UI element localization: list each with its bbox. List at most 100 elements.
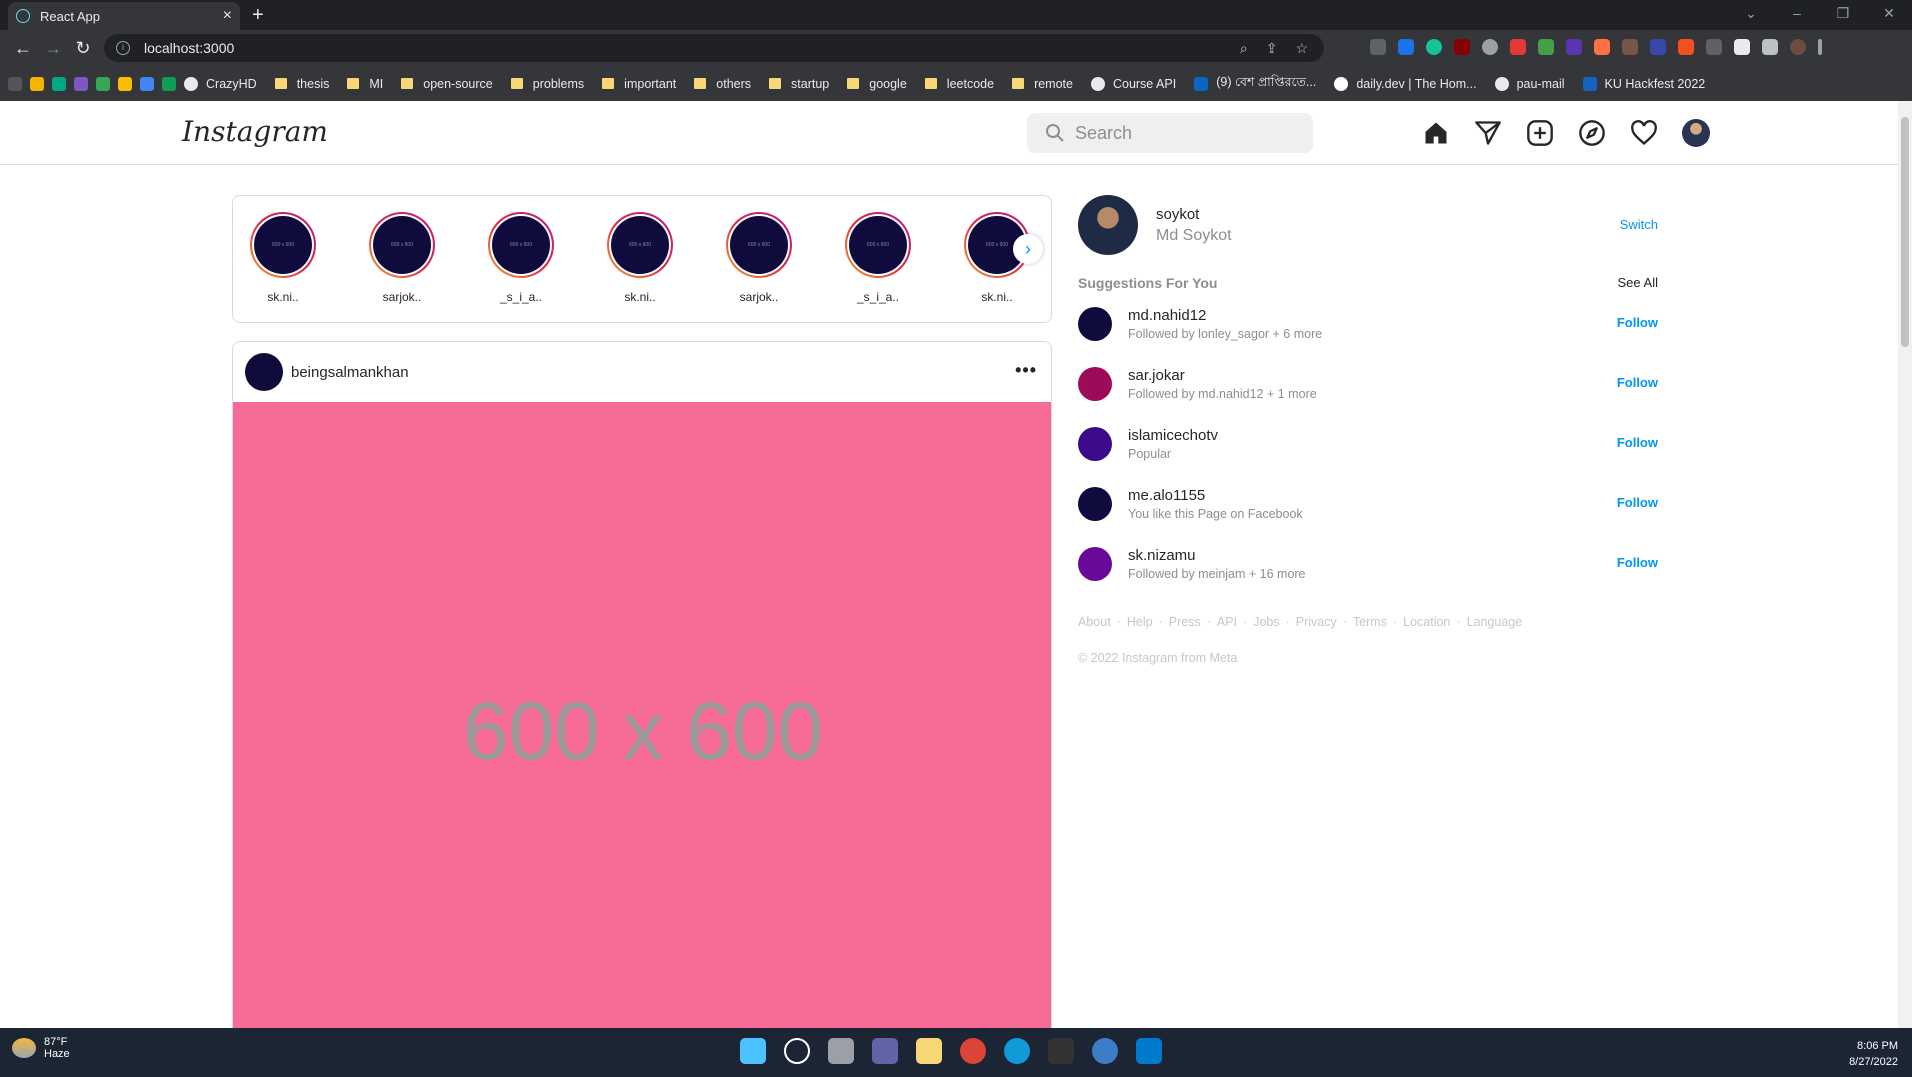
bookmark-folder-startup[interactable]: startup — [769, 77, 829, 91]
suggestion-username[interactable]: sk.nizamu — [1128, 547, 1306, 564]
page-scrollbar[interactable] — [1898, 101, 1912, 1028]
bookmark-folder-thesis[interactable]: thesis — [274, 77, 329, 91]
see-all-button[interactable]: See All — [1618, 275, 1658, 291]
browser-tab[interactable]: React App × — [8, 2, 240, 30]
drive-icon[interactable] — [96, 76, 110, 91]
bookmark-folder-open-source[interactable]: open-source — [401, 77, 493, 91]
new-tab-icon[interactable]: + — [252, 4, 264, 27]
chrome-icon[interactable] — [960, 1038, 986, 1064]
bookmark-ku-hackfest[interactable]: KU Hackfest 2022 — [1582, 76, 1705, 91]
side-panel-icon[interactable] — [1762, 39, 1778, 55]
bookmark-pau-mail[interactable]: pau-mail — [1494, 76, 1565, 91]
ublock-icon[interactable] — [1454, 39, 1470, 55]
task-view-icon[interactable] — [828, 1038, 854, 1064]
explore-compass-icon[interactable] — [1578, 119, 1606, 147]
bookmark-daily-dev[interactable]: daily.dev | The Hom... — [1334, 76, 1477, 91]
extension-icon[interactable] — [1566, 39, 1582, 55]
post-image[interactable]: 600 x 600 — [233, 402, 1051, 1028]
search-input[interactable]: Search — [1027, 113, 1313, 153]
story-item[interactable]: 600 x 600 sarjok.. — [366, 212, 438, 304]
chrome-menu-icon[interactable] — [1818, 39, 1822, 55]
weather-widget[interactable]: 87°F Haze — [12, 1036, 70, 1060]
bookmark-star-icon[interactable]: ☆ — [1295, 40, 1308, 57]
bookmark-icon[interactable] — [52, 76, 66, 91]
story-item[interactable]: 600 x 600 _s_i_a.. — [842, 212, 914, 304]
extension-icon[interactable] — [1650, 39, 1666, 55]
close-window-icon[interactable]: ✕ — [1866, 0, 1912, 26]
suggestion-username[interactable]: sar.jokar — [1128, 367, 1317, 384]
profile-avatar-icon[interactable] — [1790, 39, 1806, 55]
follow-button[interactable]: Follow — [1617, 315, 1658, 330]
extension-icon[interactable] — [1622, 39, 1638, 55]
edge-icon[interactable] — [1004, 1038, 1030, 1064]
teams-chat-icon[interactable] — [872, 1038, 898, 1064]
bookmark-icon[interactable] — [74, 76, 88, 91]
follow-button[interactable]: Follow — [1617, 435, 1658, 450]
footer-link-terms[interactable]: Terms — [1353, 615, 1387, 629]
bookmark-icon[interactable] — [118, 76, 132, 91]
back-icon[interactable]: ← — [8, 38, 38, 59]
footer-link-api[interactable]: API — [1217, 615, 1237, 629]
close-tab-icon[interactable]: × — [223, 7, 232, 25]
site-info-icon[interactable]: i — [116, 41, 130, 55]
extension-icon[interactable] — [1482, 39, 1498, 55]
suggestion-avatar[interactable] — [1078, 487, 1112, 521]
more-options-icon[interactable]: ••• — [1015, 360, 1037, 381]
bookmark-icon[interactable] — [8, 76, 22, 91]
vscode-icon[interactable] — [1136, 1038, 1162, 1064]
system-clock[interactable]: 8:06 PM 8/27/2022 — [1849, 1038, 1898, 1070]
zoom-icon[interactable]: ⌕ — [1240, 40, 1248, 57]
file-explorer-icon[interactable] — [916, 1038, 942, 1064]
share-icon[interactable]: ⇪ — [1266, 40, 1278, 57]
address-bar[interactable]: i localhost:3000 ⌕ ⇪ ☆ — [104, 34, 1324, 62]
tab-search-icon[interactable]: ⌄ — [1728, 0, 1774, 26]
reload-icon[interactable]: ↻ — [68, 38, 98, 59]
current-user-avatar[interactable] — [1078, 195, 1138, 255]
bookmark-folder-important[interactable]: important — [602, 77, 676, 91]
footer-link-language[interactable]: Language — [1467, 615, 1523, 629]
extension-icon[interactable] — [1510, 39, 1526, 55]
profile-avatar[interactable] — [1682, 119, 1710, 147]
suggestion-avatar[interactable] — [1078, 307, 1112, 341]
extension-icon[interactable] — [1398, 39, 1414, 55]
story-item[interactable]: 600 x 600 sk.ni.. — [604, 212, 676, 304]
story-item[interactable]: 600 x 600 sk.ni.. — [247, 212, 319, 304]
home-icon[interactable] — [1422, 119, 1450, 147]
instagram-logo[interactable]: Instagram — [182, 115, 328, 148]
bookmark-icon[interactable] — [162, 76, 176, 91]
minimize-icon[interactable]: – — [1774, 0, 1820, 26]
suggestion-username[interactable]: md.nahid12 — [1128, 307, 1322, 324]
suggestion-avatar[interactable] — [1078, 427, 1112, 461]
switch-account-button[interactable]: Switch — [1620, 217, 1658, 232]
footer-link-jobs[interactable]: Jobs — [1253, 615, 1279, 629]
suggestion-username[interactable]: islamicechotv — [1128, 427, 1218, 444]
bookmark-course-api[interactable]: Course API — [1090, 76, 1176, 91]
bookmark-folder-remote[interactable]: remote — [1012, 77, 1073, 91]
story-item[interactable]: 600 x 600 sarjok.. — [723, 212, 795, 304]
extension-icon[interactable] — [1370, 39, 1386, 55]
bookmark-icon[interactable] — [140, 76, 154, 91]
follow-button[interactable]: Follow — [1617, 555, 1658, 570]
bookmark-icon[interactable] — [30, 76, 44, 91]
footer-link-location[interactable]: Location — [1403, 615, 1450, 629]
terminal-icon[interactable] — [1048, 1038, 1074, 1064]
scrollbar-thumb[interactable] — [1901, 117, 1909, 347]
story-item[interactable]: 600 x 600 _s_i_a.. — [485, 212, 557, 304]
suggestion-avatar[interactable] — [1078, 367, 1112, 401]
direct-message-icon[interactable] — [1474, 119, 1502, 147]
bookmark-folder-leetcode[interactable]: leetcode — [924, 77, 994, 91]
bookmark-folder-google[interactable]: google — [847, 77, 907, 91]
qbittorrent-icon[interactable] — [1092, 1038, 1118, 1064]
follow-button[interactable]: Follow — [1617, 495, 1658, 510]
bookmark-linkedin[interactable]: (9) বেশ প্রাপ্তিরতে... — [1194, 74, 1316, 94]
post-author-username[interactable]: beingsalmankhan — [291, 364, 409, 381]
bookmark-crazyhd[interactable]: CrazyHD — [184, 76, 257, 91]
follow-button[interactable]: Follow — [1617, 375, 1658, 390]
heart-icon[interactable] — [1630, 119, 1658, 147]
forward-icon[interactable]: → — [38, 38, 68, 59]
extension-icon[interactable] — [1678, 39, 1694, 55]
suggestion-avatar[interactable] — [1078, 547, 1112, 581]
current-user-username[interactable]: soykot — [1156, 206, 1232, 223]
footer-link-privacy[interactable]: Privacy — [1296, 615, 1337, 629]
bookmark-folder-mi[interactable]: MI — [347, 77, 383, 91]
